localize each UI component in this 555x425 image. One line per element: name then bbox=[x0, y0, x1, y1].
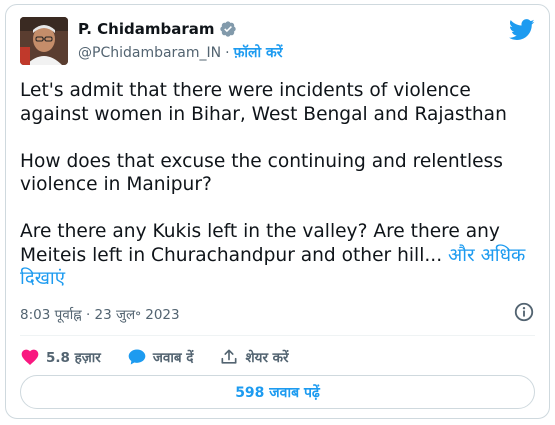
tweet-paragraph-2: How does that excuse the continuing and … bbox=[20, 150, 503, 196]
tweet-timestamp[interactable]: 8:03 पूर्वाह्न · 23 जुल॰ 2023 bbox=[20, 305, 180, 323]
share-icon bbox=[221, 349, 237, 364]
separator: · bbox=[225, 44, 230, 61]
tweet-paragraph-1: Let's admit that there were incidents of… bbox=[20, 80, 507, 125]
verified-badge-icon bbox=[219, 21, 236, 37]
divider bbox=[20, 335, 535, 336]
author-handle[interactable]: @PChidambaram_IN bbox=[78, 45, 221, 61]
speech-bubble-icon bbox=[128, 349, 146, 365]
share-button[interactable]: शेयर करें bbox=[219, 347, 289, 367]
tweet-paragraph-3-text: Are there any Kukis left in the valley? … bbox=[20, 221, 500, 266]
name-row: P. Chidambaram bbox=[78, 20, 237, 38]
reply-label: जवाब दें bbox=[152, 350, 194, 366]
info-icon[interactable] bbox=[513, 301, 535, 323]
twitter-bird-icon[interactable] bbox=[509, 19, 535, 41]
follow-button[interactable]: फ़ॉलो करें bbox=[234, 43, 283, 62]
author-name[interactable]: P. Chidambaram bbox=[78, 20, 215, 38]
share-label: शेयर करें bbox=[245, 350, 289, 366]
tweet-paragraph-3: Are there any Kukis left in the valley? … bbox=[20, 220, 530, 291]
like-button[interactable]: 5.8 हज़ार bbox=[20, 347, 101, 367]
reply-button[interactable]: जवाब दें bbox=[127, 347, 194, 367]
handle-row: @PChidambaram_IN · फ़ॉलो करें bbox=[78, 43, 282, 62]
tweet-text: Let's admit that there were incidents of… bbox=[20, 79, 530, 291]
tweet-card: P. Chidambaram @PChidambaram_IN · फ़ॉलो … bbox=[5, 4, 550, 419]
action-bar: 5.8 हज़ार जवाब दें शेयर करें bbox=[20, 343, 315, 371]
avatar[interactable] bbox=[20, 17, 68, 65]
tweet-header: P. Chidambaram @PChidambaram_IN · फ़ॉलो … bbox=[20, 17, 535, 67]
read-replies-button[interactable]: 598 जवाब पढ़ें bbox=[20, 375, 535, 409]
heart-icon bbox=[21, 349, 39, 365]
like-count: 5.8 हज़ार bbox=[46, 350, 101, 366]
